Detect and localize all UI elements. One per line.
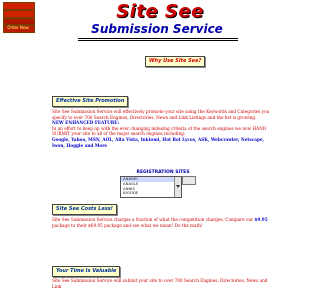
cost-heading-badge: Site See Costs Less! xyxy=(52,204,117,215)
site-subtitle: Submission Service xyxy=(91,22,223,36)
registration-sites-listbox[interactable]: ANANZI ANAGLE ANNIS BIGFIDE xyxy=(120,176,182,198)
effective-heading-badge: Effective Site Promotion xyxy=(52,96,129,107)
cost-price: $9.95 xyxy=(254,217,268,222)
registration-option[interactable]: BIGFIDE xyxy=(121,191,181,196)
engines-list: Google, Yahoo, MSN, AOL, Alta Vista, Ink… xyxy=(52,136,265,148)
cost-body: Site See Submission Service charges a fr… xyxy=(52,217,274,228)
sidebar-item-1[interactable] xyxy=(3,2,35,10)
effective-body: Site See Submission Service will effecti… xyxy=(52,109,274,148)
effective-text-1: Site See Submission Service will effecti… xyxy=(52,109,270,120)
site-title: Site See xyxy=(116,1,204,22)
title-divider xyxy=(78,38,238,39)
sidebar-item-3[interactable] xyxy=(3,18,35,25)
why-heading-badge: Why Use Site See? xyxy=(145,56,206,67)
listbox-scrollbar[interactable] xyxy=(174,177,181,197)
sidebar-item-order-now-label: Order Now xyxy=(7,25,29,30)
title-divider-2 xyxy=(78,40,238,41)
listbox-go-button[interactable] xyxy=(182,176,196,185)
registration-sites-title: REGISTRATION SITES xyxy=(136,170,190,175)
effective-text-3: In an effort to keep up with the ever ch… xyxy=(52,125,267,137)
cost-text-1: Site See Submission Service charges a fr… xyxy=(52,217,254,222)
sidebar-nav: Order Now xyxy=(0,0,36,280)
cost-text-2: package to their $69.95 package and see … xyxy=(52,222,203,228)
page: Order Now Site See Submission Service Wh… xyxy=(0,0,336,289)
time-heading-badge: Your Time Is Valuable xyxy=(52,266,121,277)
effective-text-2: NEW ENHANCED FEATURE: xyxy=(52,120,120,126)
sidebar-item-2[interactable] xyxy=(3,10,35,18)
